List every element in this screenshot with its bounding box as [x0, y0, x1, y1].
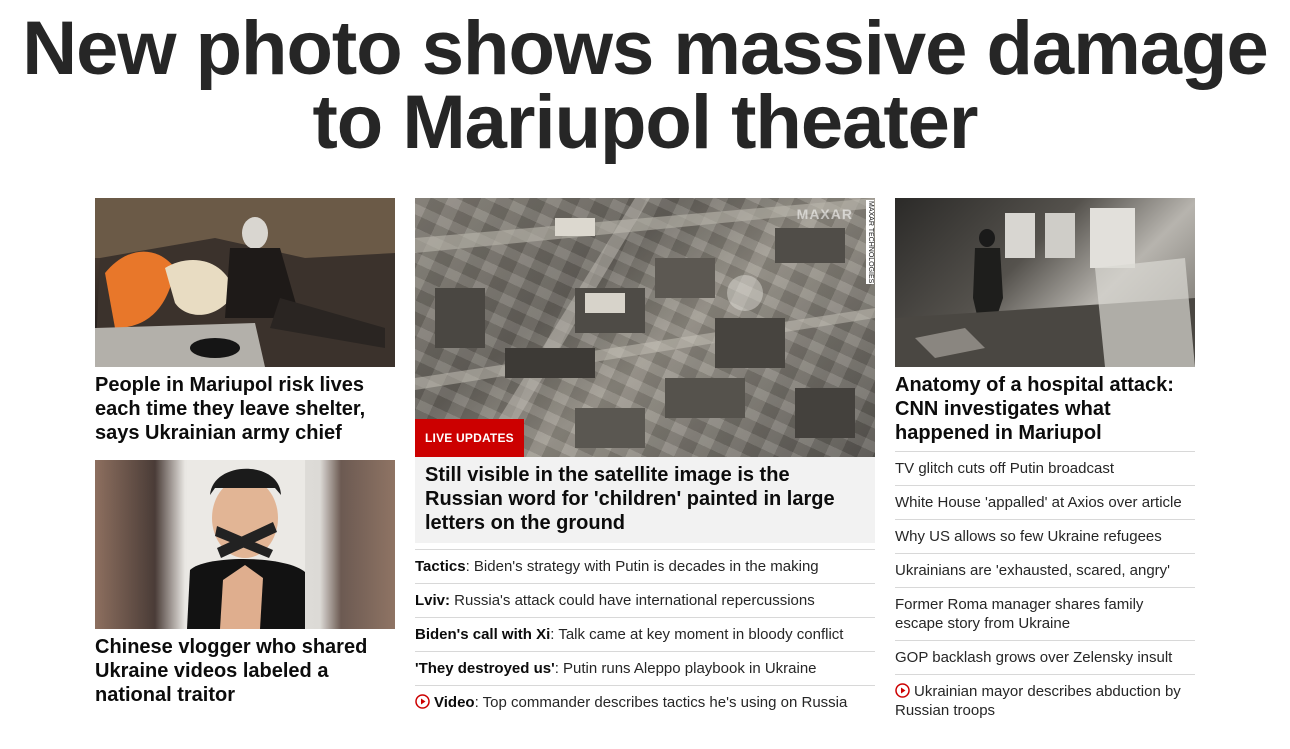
hospital-illustration	[895, 208, 1195, 367]
card-title-vlogger[interactable]: Chinese vlogger who shared Ukraine video…	[95, 635, 395, 707]
link-text: : Putin runs Aleppo playbook in Ukraine	[554, 660, 817, 677]
related-link[interactable]: Lviv: Russia's attack could have interna…	[415, 592, 815, 609]
list-item: Ukrainians are 'exhausted, scared, angry…	[895, 553, 1195, 587]
list-item: TV glitch cuts off Putin broadcast	[895, 451, 1195, 485]
card-title-hospital[interactable]: Anatomy of a hospital attack: CNN invest…	[895, 373, 1195, 445]
related-link[interactable]: Tactics: Biden's strategy with Putin is …	[415, 558, 819, 575]
headline-link[interactable]: White House 'appalled' at Axios over art…	[895, 494, 1182, 511]
list-item: Lviv: Russia's attack could have interna…	[415, 583, 875, 617]
list-item: White House 'appalled' at Axios over art…	[895, 485, 1195, 519]
left-column: People in Mariupol risk lives each time …	[95, 198, 395, 707]
link-prefix: 'They destroyed us'	[415, 660, 555, 677]
list-item: Why US allows so few Ukraine refugees	[895, 519, 1195, 553]
link-text: : Top commander describes tactics he's u…	[474, 694, 848, 711]
feature-title-box: Still visible in the satellite image is …	[415, 457, 875, 543]
card-title-shelter[interactable]: People in Mariupol risk lives each time …	[95, 373, 395, 445]
vlogger-photo[interactable]	[95, 460, 395, 629]
live-updates-badge[interactable]: LIVE UPDATES	[415, 419, 524, 457]
video-play-icon	[415, 694, 430, 709]
headline-link[interactable]: Former Roma manager shares family escape…	[895, 596, 1143, 632]
headline-link[interactable]: Why US allows so few Ukraine refugees	[895, 528, 1162, 545]
video-play-icon	[895, 683, 910, 698]
link-text: Ukrainian mayor describes abduction by R…	[895, 683, 1181, 719]
related-link[interactable]: 'They destroyed us': Putin runs Aleppo p…	[415, 660, 817, 677]
link-prefix: Tactics	[415, 558, 466, 575]
card-title-satellite[interactable]: Still visible in the satellite image is …	[425, 463, 865, 535]
satellite-photo[interactable]: MAXAR MAXAR TECHNOLOGIES LIVE UPDATES	[415, 198, 875, 457]
list-item: Biden's call with Xi: Talk came at key m…	[415, 617, 875, 651]
link-prefix: Lviv:	[415, 592, 451, 609]
vlogger-illustration	[187, 460, 305, 629]
headline-video-link[interactable]: Ukrainian mayor describes abduction by R…	[895, 683, 1181, 719]
link-prefix: Video	[434, 694, 475, 711]
right-link-list: TV glitch cuts off Putin broadcast White…	[895, 451, 1195, 727]
list-item: Ukrainian mayor describes abduction by R…	[895, 674, 1195, 727]
list-item: 'They destroyed us': Putin runs Aleppo p…	[415, 651, 875, 685]
image-credit: MAXAR TECHNOLOGIES	[866, 200, 874, 285]
shelter-photo[interactable]	[95, 198, 395, 367]
list-item: Video: Top commander describes tactics h…	[415, 685, 875, 719]
list-item: Tactics: Biden's strategy with Putin is …	[415, 549, 875, 583]
headline-link[interactable]: Ukrainians are 'exhausted, scared, angry…	[895, 562, 1170, 579]
right-column: Anatomy of a hospital attack: CNN invest…	[895, 198, 1195, 727]
link-prefix: Biden's call with Xi	[415, 626, 551, 643]
main-headline[interactable]: New photo shows massive damage to Mariup…	[0, 11, 1290, 161]
hospital-photo[interactable]	[895, 198, 1195, 367]
related-link[interactable]: Biden's call with Xi: Talk came at key m…	[415, 626, 843, 643]
link-text: : Talk came at key moment in bloody conf…	[550, 626, 844, 643]
list-item: GOP backlash grows over Zelensky insult	[895, 640, 1195, 674]
list-item: Former Roma manager shares family escape…	[895, 587, 1195, 640]
related-video-link[interactable]: Video: Top commander describes tactics h…	[415, 694, 847, 711]
middle-link-list: Tactics: Biden's strategy with Putin is …	[415, 549, 875, 719]
middle-column: MAXAR MAXAR TECHNOLOGIES LIVE UPDATES St…	[415, 198, 875, 719]
headline-link[interactable]: GOP backlash grows over Zelensky insult	[895, 649, 1172, 666]
link-text: : Biden's strategy with Putin is decades…	[465, 558, 819, 575]
shelter-illustration	[95, 198, 395, 367]
maxar-watermark: MAXAR	[796, 206, 853, 222]
link-text: Russia's attack could have international…	[450, 592, 815, 609]
headline-link[interactable]: TV glitch cuts off Putin broadcast	[895, 460, 1114, 477]
